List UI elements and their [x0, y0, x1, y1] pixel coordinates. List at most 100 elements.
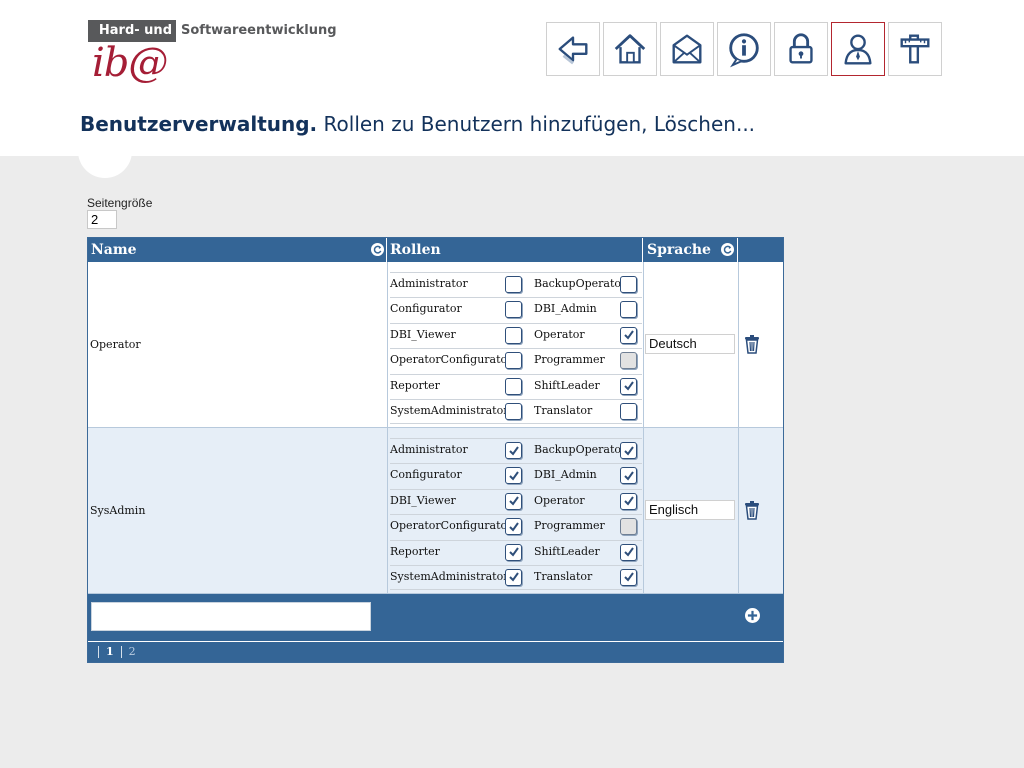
role-checkbox[interactable] [620, 492, 637, 510]
role-label: DBI_Viewer [390, 327, 456, 341]
sort-name-icon[interactable] [371, 243, 384, 256]
role-checkbox[interactable] [505, 543, 522, 561]
lock-icon [789, 33, 813, 64]
roles-list: Administrator BackupOperator Configurator D… [390, 272, 642, 425]
role-pair-row: SystemAdministrator Translator [390, 564, 642, 591]
role-checkbox[interactable] [620, 568, 637, 586]
role-checkbox[interactable] [505, 442, 522, 459]
role-checkbox[interactable] [620, 276, 637, 293]
role-label: Operator [534, 327, 585, 341]
header-notch [78, 150, 132, 178]
trash-icon [743, 335, 761, 358]
role-checkbox[interactable] [620, 467, 637, 485]
role-pair-row: Administrator BackupOperator [390, 438, 642, 463]
role-label: Administrator [390, 443, 468, 456]
role-checkbox[interactable] [505, 276, 522, 293]
role-checkbox[interactable] [505, 467, 522, 485]
role-label: Configurator [390, 302, 462, 316]
role-label: Translator [534, 403, 593, 417]
toolbar [546, 22, 942, 76]
role-pair-row: DBI_Viewer Operator [390, 488, 642, 514]
tools-icon [900, 34, 930, 64]
role-pair-row: Reporter ShiftLeader [390, 539, 642, 565]
role-checkbox[interactable] [620, 402, 637, 420]
role-label: Configurator [390, 468, 462, 482]
column-divider [738, 262, 739, 428]
role-checkbox[interactable] [505, 377, 522, 395]
role-checkbox[interactable] [505, 301, 522, 319]
role-checkbox[interactable] [505, 492, 522, 510]
lock-button[interactable] [774, 22, 828, 76]
sort-language-icon[interactable] [721, 243, 734, 256]
table-row: Operator Administrator BackupOperator Confi… [88, 262, 783, 428]
column-divider [387, 428, 388, 594]
column-divider [387, 262, 388, 428]
role-checkbox[interactable] [505, 326, 522, 344]
tools-button[interactable] [888, 22, 942, 76]
page-title-rest: Rollen zu Benutzern hinzufügen, Löschen.… [323, 112, 756, 136]
role-checkbox[interactable] [620, 326, 637, 344]
grid-footer [88, 594, 783, 642]
mail-icon [672, 34, 702, 64]
role-pair-row: SystemAdministrator Translator [390, 398, 642, 425]
role-checkbox[interactable] [620, 543, 637, 561]
role-label: Programmer [534, 353, 605, 367]
delete-user-button[interactable] [743, 500, 761, 520]
language-input[interactable]: Deutsch [645, 334, 735, 354]
role-label: ShiftLeader [534, 544, 600, 558]
column-divider [643, 428, 644, 594]
role-label: Translator [534, 569, 593, 583]
column-header-name[interactable]: Name [88, 238, 387, 262]
delete-user-button[interactable] [743, 334, 761, 354]
role-label: DBI_Admin [534, 468, 597, 482]
plus-icon [747, 610, 758, 621]
pager: 12 [88, 642, 783, 662]
role-label: OperatorConfigurator [390, 353, 513, 367]
role-label: SystemAdministrator [390, 403, 509, 417]
role-checkbox[interactable] [620, 377, 637, 395]
column-divider [738, 428, 739, 594]
role-checkbox[interactable] [620, 352, 637, 370]
new-user-input[interactable] [91, 602, 371, 631]
page-size-input[interactable]: 2 [87, 210, 117, 229]
role-checkbox[interactable] [505, 568, 522, 586]
role-label: DBI_Viewer [390, 493, 456, 507]
user-grid: Name Rollen Sprache Operator Administrato… [87, 237, 784, 663]
roles-list: Administrator BackupOperator Configurator D… [390, 438, 642, 591]
role-label: Programmer [534, 519, 605, 533]
column-header-actions [738, 238, 783, 262]
role-label: Reporter [390, 378, 440, 392]
role-pair-row: OperatorConfigurator Programmer [390, 348, 642, 373]
role-checkbox[interactable] [620, 442, 637, 459]
home-button[interactable] [603, 22, 657, 76]
column-divider [643, 262, 644, 428]
mail-button[interactable] [660, 22, 714, 76]
role-pair-row: Administrator BackupOperator [390, 272, 642, 297]
role-checkbox[interactable] [620, 301, 637, 319]
role-pair-row: Configurator DBI_Admin [390, 463, 642, 488]
page-title: Benutzerverwaltung. Rollen zu Benutzern … [80, 112, 755, 136]
role-pair-row: Reporter ShiftLeader [390, 373, 642, 399]
pager-page-2[interactable]: 2 [120, 646, 143, 658]
user-icon [844, 34, 872, 65]
column-header-language[interactable]: Sprache [643, 238, 738, 262]
table-row: SysAdmin Administrator BackupOperator Confi… [88, 428, 783, 594]
role-pair-row: OperatorConfigurator Programmer [390, 514, 642, 539]
role-label: BackupOperator [534, 277, 627, 290]
add-user-button[interactable] [745, 608, 760, 623]
page-title-strong: Benutzerverwaltung. [80, 112, 318, 136]
pager-page-1[interactable]: 1 [98, 646, 121, 658]
role-checkbox[interactable] [620, 518, 637, 536]
column-header-roles-label: Rollen [390, 242, 441, 258]
users-button[interactable] [831, 22, 885, 76]
role-checkbox[interactable] [505, 402, 522, 420]
language-input[interactable]: Englisch [645, 500, 735, 520]
role-checkbox[interactable] [505, 518, 522, 536]
role-label: Administrator [390, 277, 468, 290]
role-label: Reporter [390, 544, 440, 558]
user-name: SysAdmin [90, 504, 146, 517]
role-checkbox[interactable] [505, 352, 522, 370]
back-button[interactable] [546, 22, 600, 76]
info-button[interactable] [717, 22, 771, 76]
role-label: ShiftLeader [534, 378, 600, 392]
